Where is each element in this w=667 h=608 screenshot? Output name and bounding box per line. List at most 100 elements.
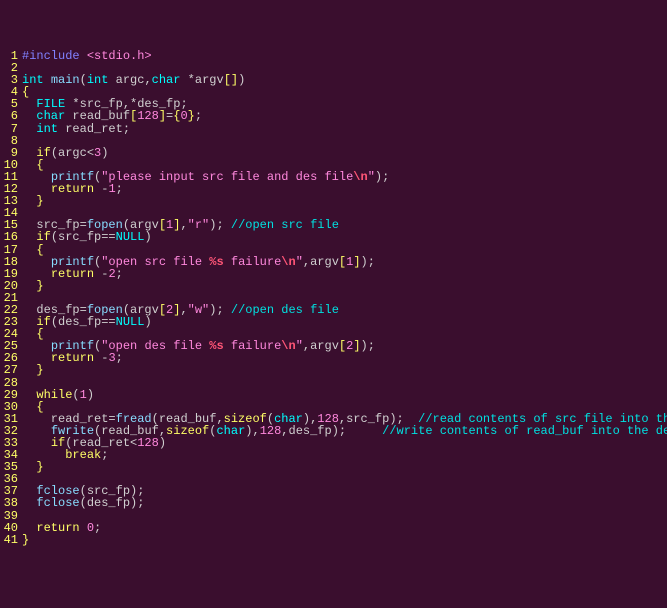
token-pu: } — [22, 533, 29, 547]
code-line[interactable]: 34 break; — [0, 449, 667, 461]
line-number: 19 — [0, 268, 22, 280]
token-esc: \n — [353, 170, 367, 184]
code-line[interactable]: 29 while(1) — [0, 389, 667, 401]
code-line[interactable]: 41} — [0, 534, 667, 546]
token-str: " — [296, 339, 303, 353]
line-number: 40 — [0, 522, 22, 534]
code-content[interactable]: } — [22, 364, 44, 376]
token-num: 2 — [108, 267, 115, 281]
code-line[interactable]: 26 return -3; — [0, 352, 667, 364]
token-id: ; — [116, 351, 123, 365]
code-content[interactable]: fclose(des_fp); — [22, 497, 144, 509]
token-id: ) — [159, 436, 166, 450]
line-number: 29 — [0, 389, 22, 401]
code-line[interactable]: 27 } — [0, 364, 667, 376]
token-id: ; — [101, 448, 108, 462]
token-str: " — [368, 170, 375, 184]
token-esc: \n — [281, 255, 295, 269]
code-content[interactable]: #include <stdio.h> — [22, 50, 152, 62]
code-content[interactable]: } — [22, 280, 44, 292]
code-line[interactable]: 40 return 0; — [0, 522, 667, 534]
token-id: (argc< — [51, 146, 94, 160]
token-id: , — [180, 303, 187, 317]
line-number: 9 — [0, 147, 22, 159]
line-number: 6 — [0, 110, 22, 122]
token-id: ) — [87, 388, 94, 402]
token-pu: } — [36, 363, 43, 377]
token-id: (des_fp== — [51, 315, 116, 329]
code-line[interactable]: 19 return -2; — [0, 268, 667, 280]
code-line[interactable]: 12 return -1; — [0, 183, 667, 195]
token-id — [22, 279, 36, 293]
code-line[interactable]: 3int main(int argc,char *argv[]) — [0, 74, 667, 86]
token-str: " — [296, 255, 303, 269]
token-id: ); — [209, 303, 231, 317]
token-id — [80, 521, 87, 535]
token-id: , — [180, 218, 187, 232]
code-line[interactable]: 35 } — [0, 461, 667, 473]
token-id: ); — [361, 255, 375, 269]
line-number: 39 — [0, 510, 22, 522]
token-id: ; — [116, 267, 123, 281]
line-number: 7 — [0, 123, 22, 135]
token-cmt: //open des file — [231, 303, 339, 317]
line-number: 38 — [0, 497, 22, 509]
token-id: ; — [116, 182, 123, 196]
token-num: 0 — [87, 521, 94, 535]
token-id: ( — [72, 388, 79, 402]
token-id — [22, 460, 36, 474]
token-id: ), — [245, 424, 259, 438]
token-pu: } — [36, 460, 43, 474]
code-line[interactable]: 23 if(des_fp==NULL) — [0, 316, 667, 328]
token-esc: %s — [209, 339, 223, 353]
code-line[interactable]: 9 if(argc<3) — [0, 147, 667, 159]
token-kw: return — [51, 267, 94, 281]
token-pp: #include — [22, 49, 87, 63]
token-id — [22, 496, 36, 510]
token-pu: ] — [159, 109, 166, 123]
token-pu: } — [188, 109, 195, 123]
line-number: 17 — [0, 244, 22, 256]
token-id: ) — [238, 73, 245, 87]
token-pu: } — [36, 194, 43, 208]
token-id: (src_fp== — [51, 230, 116, 244]
token-ty: char — [152, 73, 181, 87]
token-num: 1 — [108, 182, 115, 196]
token-id: ( — [80, 73, 87, 87]
line-number: 30 — [0, 401, 22, 413]
code-line[interactable]: 28 — [0, 377, 667, 389]
code-content[interactable]: return 0; — [22, 522, 101, 534]
code-line[interactable]: 38 fclose(des_fp); — [0, 497, 667, 509]
code-line[interactable]: 16 if(src_fp==NULL) — [0, 231, 667, 243]
token-num: 1 — [80, 388, 87, 402]
code-content[interactable]: int main(int argc,char *argv[]) — [22, 74, 245, 86]
token-num: 128 — [137, 109, 159, 123]
token-ty: NULL — [116, 230, 145, 244]
token-cmt: //write contents of read_buf into the de… — [382, 424, 667, 438]
line-number: 31 — [0, 413, 22, 425]
code-editor[interactable]: 1#include <stdio.h>23int main(int argc,c… — [0, 50, 667, 546]
token-id: *argv — [180, 73, 223, 87]
token-kw: break — [65, 448, 101, 462]
code-line[interactable]: 7 int read_ret; — [0, 123, 667, 135]
code-content[interactable]: int read_ret; — [22, 123, 130, 135]
code-line[interactable]: 1#include <stdio.h> — [0, 50, 667, 62]
token-id — [44, 73, 51, 87]
token-kw: return — [36, 521, 79, 535]
token-pu: [ — [159, 303, 166, 317]
token-str: failure — [224, 255, 282, 269]
token-id: ) — [144, 230, 151, 244]
token-num: 128 — [260, 424, 282, 438]
token-id: (des_fp); — [80, 496, 145, 510]
code-content[interactable]: } — [22, 195, 44, 207]
code-line[interactable]: 20 } — [0, 280, 667, 292]
line-number: 18 — [0, 256, 22, 268]
token-str: "w" — [188, 303, 210, 317]
token-id — [22, 363, 36, 377]
token-id: - — [94, 351, 108, 365]
code-content[interactable]: } — [22, 534, 29, 546]
line-number: 41 — [0, 534, 22, 546]
code-content[interactable]: } — [22, 461, 44, 473]
token-num: 128 — [137, 436, 159, 450]
code-line[interactable]: 13 } — [0, 195, 667, 207]
